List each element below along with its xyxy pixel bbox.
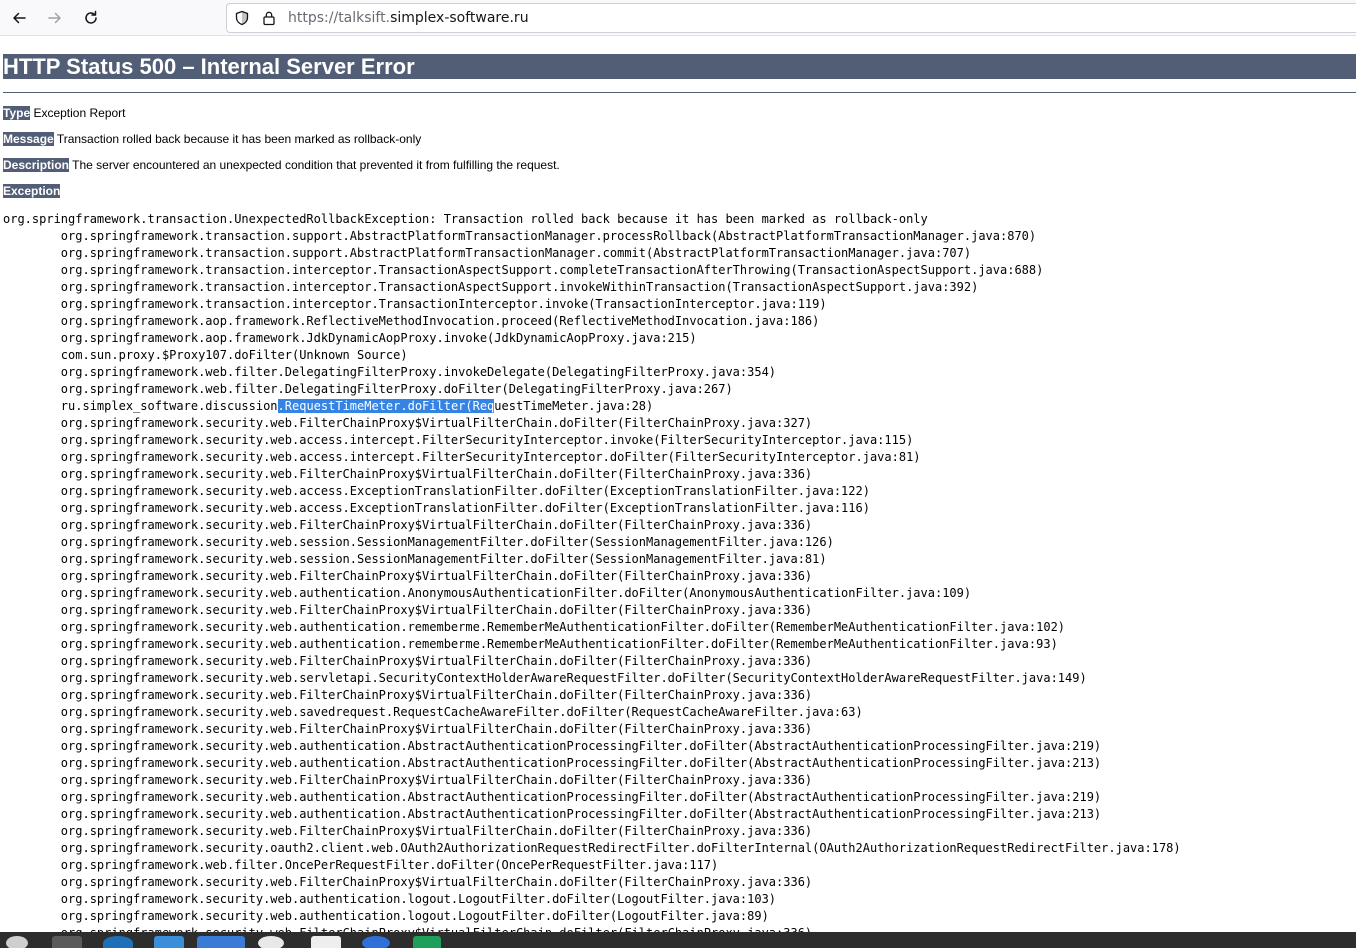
description-value: The server encountered an unexpected con… <box>69 158 560 172</box>
type-row: Type Exception Report <box>3 106 126 120</box>
stack-frame-line: org.springframework.security.web.FilterC… <box>3 925 1181 932</box>
lock-icon[interactable] <box>261 10 277 26</box>
stack-frame-line: org.springframework.security.web.access.… <box>3 501 870 515</box>
stack-frame-line: org.springframework.security.web.FilterC… <box>3 654 813 668</box>
stack-frame-line: org.springframework.security.web.authent… <box>3 790 1102 804</box>
stack-frame-line: org.springframework.security.web.access.… <box>3 484 870 498</box>
stack-frame-line: org.springframework.security.web.FilterC… <box>3 467 813 481</box>
message-row: Message Transaction rolled back because … <box>3 132 421 146</box>
url-text[interactable]: https://talksift.simplex-software.ru <box>288 10 529 26</box>
stack-frame-line: org.springframework.web.filter.OncePerRe… <box>3 858 719 872</box>
stack-frame-line: org.springframework.security.web.savedre… <box>3 705 863 719</box>
text-selection: .RequestTimeMeter.doFilter(Req <box>277 399 495 413</box>
shield-icon[interactable] <box>234 10 250 26</box>
stack-frame-line: org.springframework.web.filter.Delegatin… <box>3 382 733 396</box>
stack-frame-line: org.springframework.security.web.FilterC… <box>3 773 813 787</box>
stack-frame-line: org.springframework.security.web.session… <box>3 552 827 566</box>
exception-label: Exception <box>3 184 61 198</box>
stack-frame-line: org.springframework.security.web.access.… <box>3 433 914 447</box>
stack-frame-line: org.springframework.security.web.FilterC… <box>3 603 813 617</box>
stack-frame-line: com.sun.proxy.$Proxy107.doFilter(Unknown… <box>3 348 408 362</box>
stack-frame-line: org.springframework.transaction.support.… <box>3 246 972 260</box>
terminal-icon[interactable] <box>52 936 82 948</box>
taskbar <box>0 932 1356 948</box>
stack-frame-line: org.springframework.security.web.FilterC… <box>3 569 813 583</box>
description-row: Description The server encountered an un… <box>3 158 560 172</box>
settings-app-icon[interactable] <box>258 936 284 948</box>
url-subdomain: talksift. <box>338 10 391 26</box>
stack-frame-line: org.springframework.web.filter.Delegatin… <box>3 365 777 379</box>
reload-button[interactable] <box>77 4 105 32</box>
type-label: Type <box>3 106 31 120</box>
browser-app-icon[interactable] <box>362 936 390 948</box>
description-label: Description <box>3 158 70 172</box>
stack-frame-line: org.springframework.security.web.authent… <box>3 620 1066 634</box>
stack-frame-line: org.springframework.aop.framework.JdkDyn… <box>3 331 697 345</box>
store-icon[interactable] <box>103 936 133 948</box>
folder-icon[interactable] <box>154 936 184 948</box>
divider <box>3 92 1356 93</box>
arrow-right-icon <box>48 12 61 24</box>
exception-row: Exception <box>3 184 61 198</box>
stack-frame-line: org.springframework.security.web.authent… <box>3 637 1058 651</box>
stack-frame-line: org.springframework.security.web.FilterC… <box>3 722 813 736</box>
selected-line-before: ru.simplex_software.discussion <box>3 399 278 413</box>
selected-trace-line: ru.simplex_software.discussion.RequestTi… <box>3 398 1181 415</box>
game-app-icon[interactable] <box>311 936 341 948</box>
stack-frame-line: org.springframework.security.web.authent… <box>3 807 1102 821</box>
stack-frame-line: org.springframework.security.web.authent… <box>3 739 1102 753</box>
stack-frame-line: org.springframework.transaction.support.… <box>3 229 1037 243</box>
stack-frame-line: org.springframework.security.web.authent… <box>3 892 777 906</box>
stack-frame-line: org.springframework.transaction.intercep… <box>3 297 827 311</box>
stack-frame-line: org.springframework.transaction.intercep… <box>3 263 1044 277</box>
browser-toolbar: https://talksift.simplex-software.ru <box>0 0 1356 36</box>
stack-frame-line: org.springframework.security.oauth2.clie… <box>3 841 1181 855</box>
stack-trace: org.springframework.transaction.Unexpect… <box>3 211 1181 932</box>
selected-line-after: uestTimeMeter.java:28) <box>494 399 654 413</box>
stack-frame-line: org.springframework.security.web.servlet… <box>3 671 1087 685</box>
stack-frame-line: org.springframework.security.web.FilterC… <box>3 518 813 532</box>
stack-frame-line: org.springframework.security.web.FilterC… <box>3 688 813 702</box>
frames-before-selection: org.springframework.transaction.support.… <box>3 228 1181 398</box>
page-content: HTTP Status 500 – Internal Server Error … <box>0 36 1356 932</box>
stack-frame-line: org.springframework.security.web.FilterC… <box>3 824 813 838</box>
arrow-left-icon <box>13 12 26 24</box>
stack-frame-line: org.springframework.security.web.authent… <box>3 909 769 923</box>
stack-frame-line: org.springframework.security.web.authent… <box>3 586 972 600</box>
page-title: HTTP Status 500 – Internal Server Error <box>3 54 1356 79</box>
active-app-icon[interactable] <box>197 936 245 948</box>
stack-frame-line: org.springframework.security.web.FilterC… <box>3 416 813 430</box>
type-value: Exception Report <box>30 106 126 120</box>
stack-frame-line: org.springframework.security.web.access.… <box>3 450 921 464</box>
stack-frame-line: org.springframework.security.web.session… <box>3 535 834 549</box>
url-scheme: https:// <box>288 10 339 26</box>
stack-frame-line: org.springframework.security.web.authent… <box>3 756 1102 770</box>
back-button[interactable] <box>5 4 33 32</box>
start-menu-icon[interactable] <box>6 936 28 948</box>
exception-line: org.springframework.transaction.Unexpect… <box>3 212 928 226</box>
stack-frame-line: org.springframework.transaction.intercep… <box>3 280 979 294</box>
frames-after-selection: org.springframework.security.web.FilterC… <box>3 415 1181 932</box>
url-domain: simplex-software.ru <box>390 10 529 26</box>
reload-icon <box>85 10 97 24</box>
message-value: Transaction rolled back because it has b… <box>53 132 422 146</box>
stack-frame-line: org.springframework.security.web.FilterC… <box>3 875 813 889</box>
url-bar[interactable]: https://talksift.simplex-software.ru <box>226 3 1356 33</box>
spreadsheet-app-icon[interactable] <box>413 936 441 948</box>
message-label: Message <box>3 132 54 146</box>
forward-button[interactable] <box>41 4 69 32</box>
stack-frame-line: org.springframework.aop.framework.Reflec… <box>3 314 820 328</box>
